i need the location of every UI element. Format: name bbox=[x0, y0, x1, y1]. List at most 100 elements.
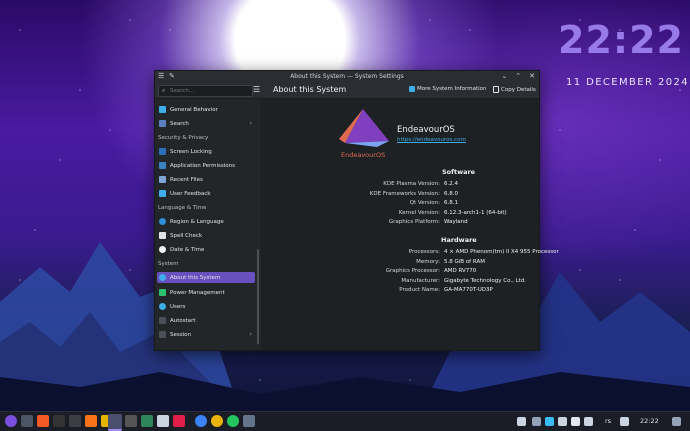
search-input[interactable] bbox=[170, 87, 248, 95]
recent-files-icon bbox=[159, 176, 166, 183]
sidebar-scrollbar[interactable] bbox=[257, 249, 259, 344]
about-info-icon bbox=[159, 274, 166, 281]
sidebar-item-spell-check[interactable]: Spell Check bbox=[157, 230, 255, 241]
sidebar-item-power-management[interactable]: Power Management bbox=[157, 287, 255, 298]
sidebar-item-screen-locking[interactable]: Screen Locking bbox=[157, 146, 255, 157]
settings-sidebar: General Behavior Search › Security & Pri… bbox=[155, 99, 262, 350]
sidebar-item-search[interactable]: Search › bbox=[157, 118, 255, 129]
sidebar-item-autostart[interactable]: Autostart bbox=[157, 315, 255, 326]
sidebar-item-label: Application Permissions bbox=[170, 162, 236, 169]
about-content: EndeavourOS EndeavourOS https://endeavou… bbox=[262, 99, 559, 350]
sidebar-item-date-time[interactable]: Date & Time bbox=[157, 244, 255, 255]
endeavouros-logo: EndeavourOS bbox=[339, 109, 389, 159]
users-icon bbox=[159, 303, 166, 310]
minimize-icon[interactable]: ⌄ bbox=[501, 72, 507, 80]
chevron-right-icon: › bbox=[249, 120, 252, 127]
app-icon[interactable] bbox=[211, 415, 223, 427]
screen-lock-icon bbox=[159, 148, 166, 155]
info-icon bbox=[409, 86, 415, 92]
sidebar-item-region-language[interactable]: Region & Language bbox=[157, 216, 255, 227]
volume-icon[interactable] bbox=[571, 417, 580, 426]
app-icon[interactable] bbox=[173, 415, 185, 427]
sidebar-item-label: Spell Check bbox=[170, 232, 203, 239]
tray-icon[interactable] bbox=[517, 417, 526, 426]
autostart-icon bbox=[159, 317, 166, 324]
sidebar-item-application-permissions[interactable]: Application Permissions bbox=[157, 160, 255, 171]
app-icon[interactable] bbox=[243, 415, 255, 427]
battery-icon bbox=[159, 289, 166, 296]
distro-name: EndeavourOS bbox=[397, 125, 455, 135]
user-feedback-icon bbox=[159, 190, 166, 197]
app-icon[interactable] bbox=[141, 415, 153, 427]
info-value: 6.2.4 bbox=[444, 181, 458, 187]
search-field[interactable]: ⌕ bbox=[158, 85, 253, 97]
app-icon[interactable] bbox=[157, 415, 169, 427]
hardware-header: Hardware bbox=[441, 236, 477, 244]
system-settings-window: ☰ ✎ About this System — System Settings … bbox=[154, 70, 559, 351]
tray-icon[interactable] bbox=[558, 417, 567, 426]
info-label: Manufacturer: bbox=[401, 277, 440, 284]
spell-check-icon bbox=[159, 232, 166, 239]
show-desktop-icon[interactable] bbox=[672, 417, 681, 426]
sidebar-item-label: Session bbox=[170, 331, 191, 338]
desktop-pager-icon[interactable] bbox=[21, 415, 33, 427]
sidebar-item-users[interactable]: Users bbox=[157, 301, 255, 312]
info-value: AMD RV770 bbox=[444, 268, 477, 274]
maximize-icon[interactable]: ⌃ bbox=[515, 72, 521, 80]
sidebar-item-recent-files[interactable]: Recent Files bbox=[157, 174, 255, 185]
app-icon[interactable] bbox=[125, 415, 137, 427]
desktop-clock-time: 22:22 bbox=[558, 18, 684, 62]
search-settings-icon bbox=[159, 120, 166, 127]
more-system-information-button[interactable]: More System Information bbox=[409, 86, 486, 92]
network-icon[interactable] bbox=[584, 417, 593, 426]
info-label: Graphics Platform: bbox=[388, 219, 440, 225]
sidebar-item-label: About this System bbox=[170, 274, 221, 281]
files-icon[interactable] bbox=[69, 415, 81, 427]
sidebar-item-user-feedback[interactable]: User Feedback bbox=[157, 188, 255, 199]
app-launcher-icon[interactable] bbox=[5, 415, 17, 427]
info-value: Gigabyte Technology Co., Ltd. bbox=[444, 277, 527, 284]
copy-details-button[interactable]: Copy Details bbox=[493, 86, 536, 93]
info-label: KDE Frameworks Version: bbox=[369, 190, 440, 197]
close-icon[interactable]: ✕ bbox=[529, 72, 535, 80]
keyboard-layout-indicator[interactable]: rs bbox=[605, 417, 611, 425]
info-value: 6.12.3-arch1-1 (64-bit) bbox=[444, 209, 507, 216]
terminal-icon[interactable] bbox=[53, 415, 65, 427]
sidebar-item-about-this-system[interactable]: About this System bbox=[157, 272, 255, 283]
info-label: KDE Plasma Version: bbox=[383, 181, 440, 187]
taskbar: rs 22:22 bbox=[0, 411, 690, 431]
search-icon: ⌕ bbox=[162, 87, 166, 94]
sidebar-item-label: Autostart bbox=[170, 317, 196, 324]
app-icon[interactable] bbox=[227, 415, 239, 427]
app-icon[interactable] bbox=[85, 415, 97, 427]
sidebar-item-label: General Behavior bbox=[170, 106, 218, 113]
sidebar-item-session[interactable]: Session › bbox=[157, 329, 255, 340]
hamburger-menu-icon[interactable]: ☰ bbox=[253, 85, 260, 94]
window-toolbar: ⌕ ☰ About this System More System Inform… bbox=[155, 82, 539, 99]
sidebar-item-label: Search bbox=[170, 120, 189, 127]
sidebar-item-label: User Feedback bbox=[170, 190, 211, 197]
sidebar-item-label: Recent Files bbox=[170, 176, 203, 183]
info-label: Product Name: bbox=[399, 287, 440, 293]
general-behavior-icon bbox=[159, 106, 166, 113]
distro-url-link[interactable]: https://endeavouros.com bbox=[397, 137, 466, 143]
logo-wordmark: EndeavourOS bbox=[341, 151, 385, 159]
shield-icon bbox=[159, 162, 166, 169]
brave-browser-icon[interactable] bbox=[37, 415, 49, 427]
info-value: 5.8 GiB of RAM bbox=[444, 258, 485, 265]
app-icon[interactable] bbox=[195, 415, 207, 427]
tray-icon[interactable] bbox=[532, 417, 541, 426]
taskbar-clock[interactable]: 22:22 bbox=[640, 417, 659, 425]
sidebar-item-label: Screen Locking bbox=[170, 148, 212, 155]
chevron-right-icon: › bbox=[249, 331, 252, 338]
tray-icon[interactable] bbox=[545, 417, 554, 426]
info-value: Wayland bbox=[444, 219, 468, 225]
section-language-time: Language & Time bbox=[158, 205, 207, 211]
sidebar-item-general-behavior[interactable]: General Behavior bbox=[157, 104, 255, 115]
sidebar-item-label: Users bbox=[170, 303, 186, 310]
window-titlebar[interactable]: ☰ ✎ About this System — System Settings … bbox=[155, 71, 539, 82]
tray-expand-icon[interactable] bbox=[620, 417, 629, 426]
info-label: Qt Version: bbox=[409, 200, 440, 206]
window-title: About this System — System Settings bbox=[290, 73, 404, 80]
system-settings-task-icon[interactable] bbox=[108, 414, 122, 431]
